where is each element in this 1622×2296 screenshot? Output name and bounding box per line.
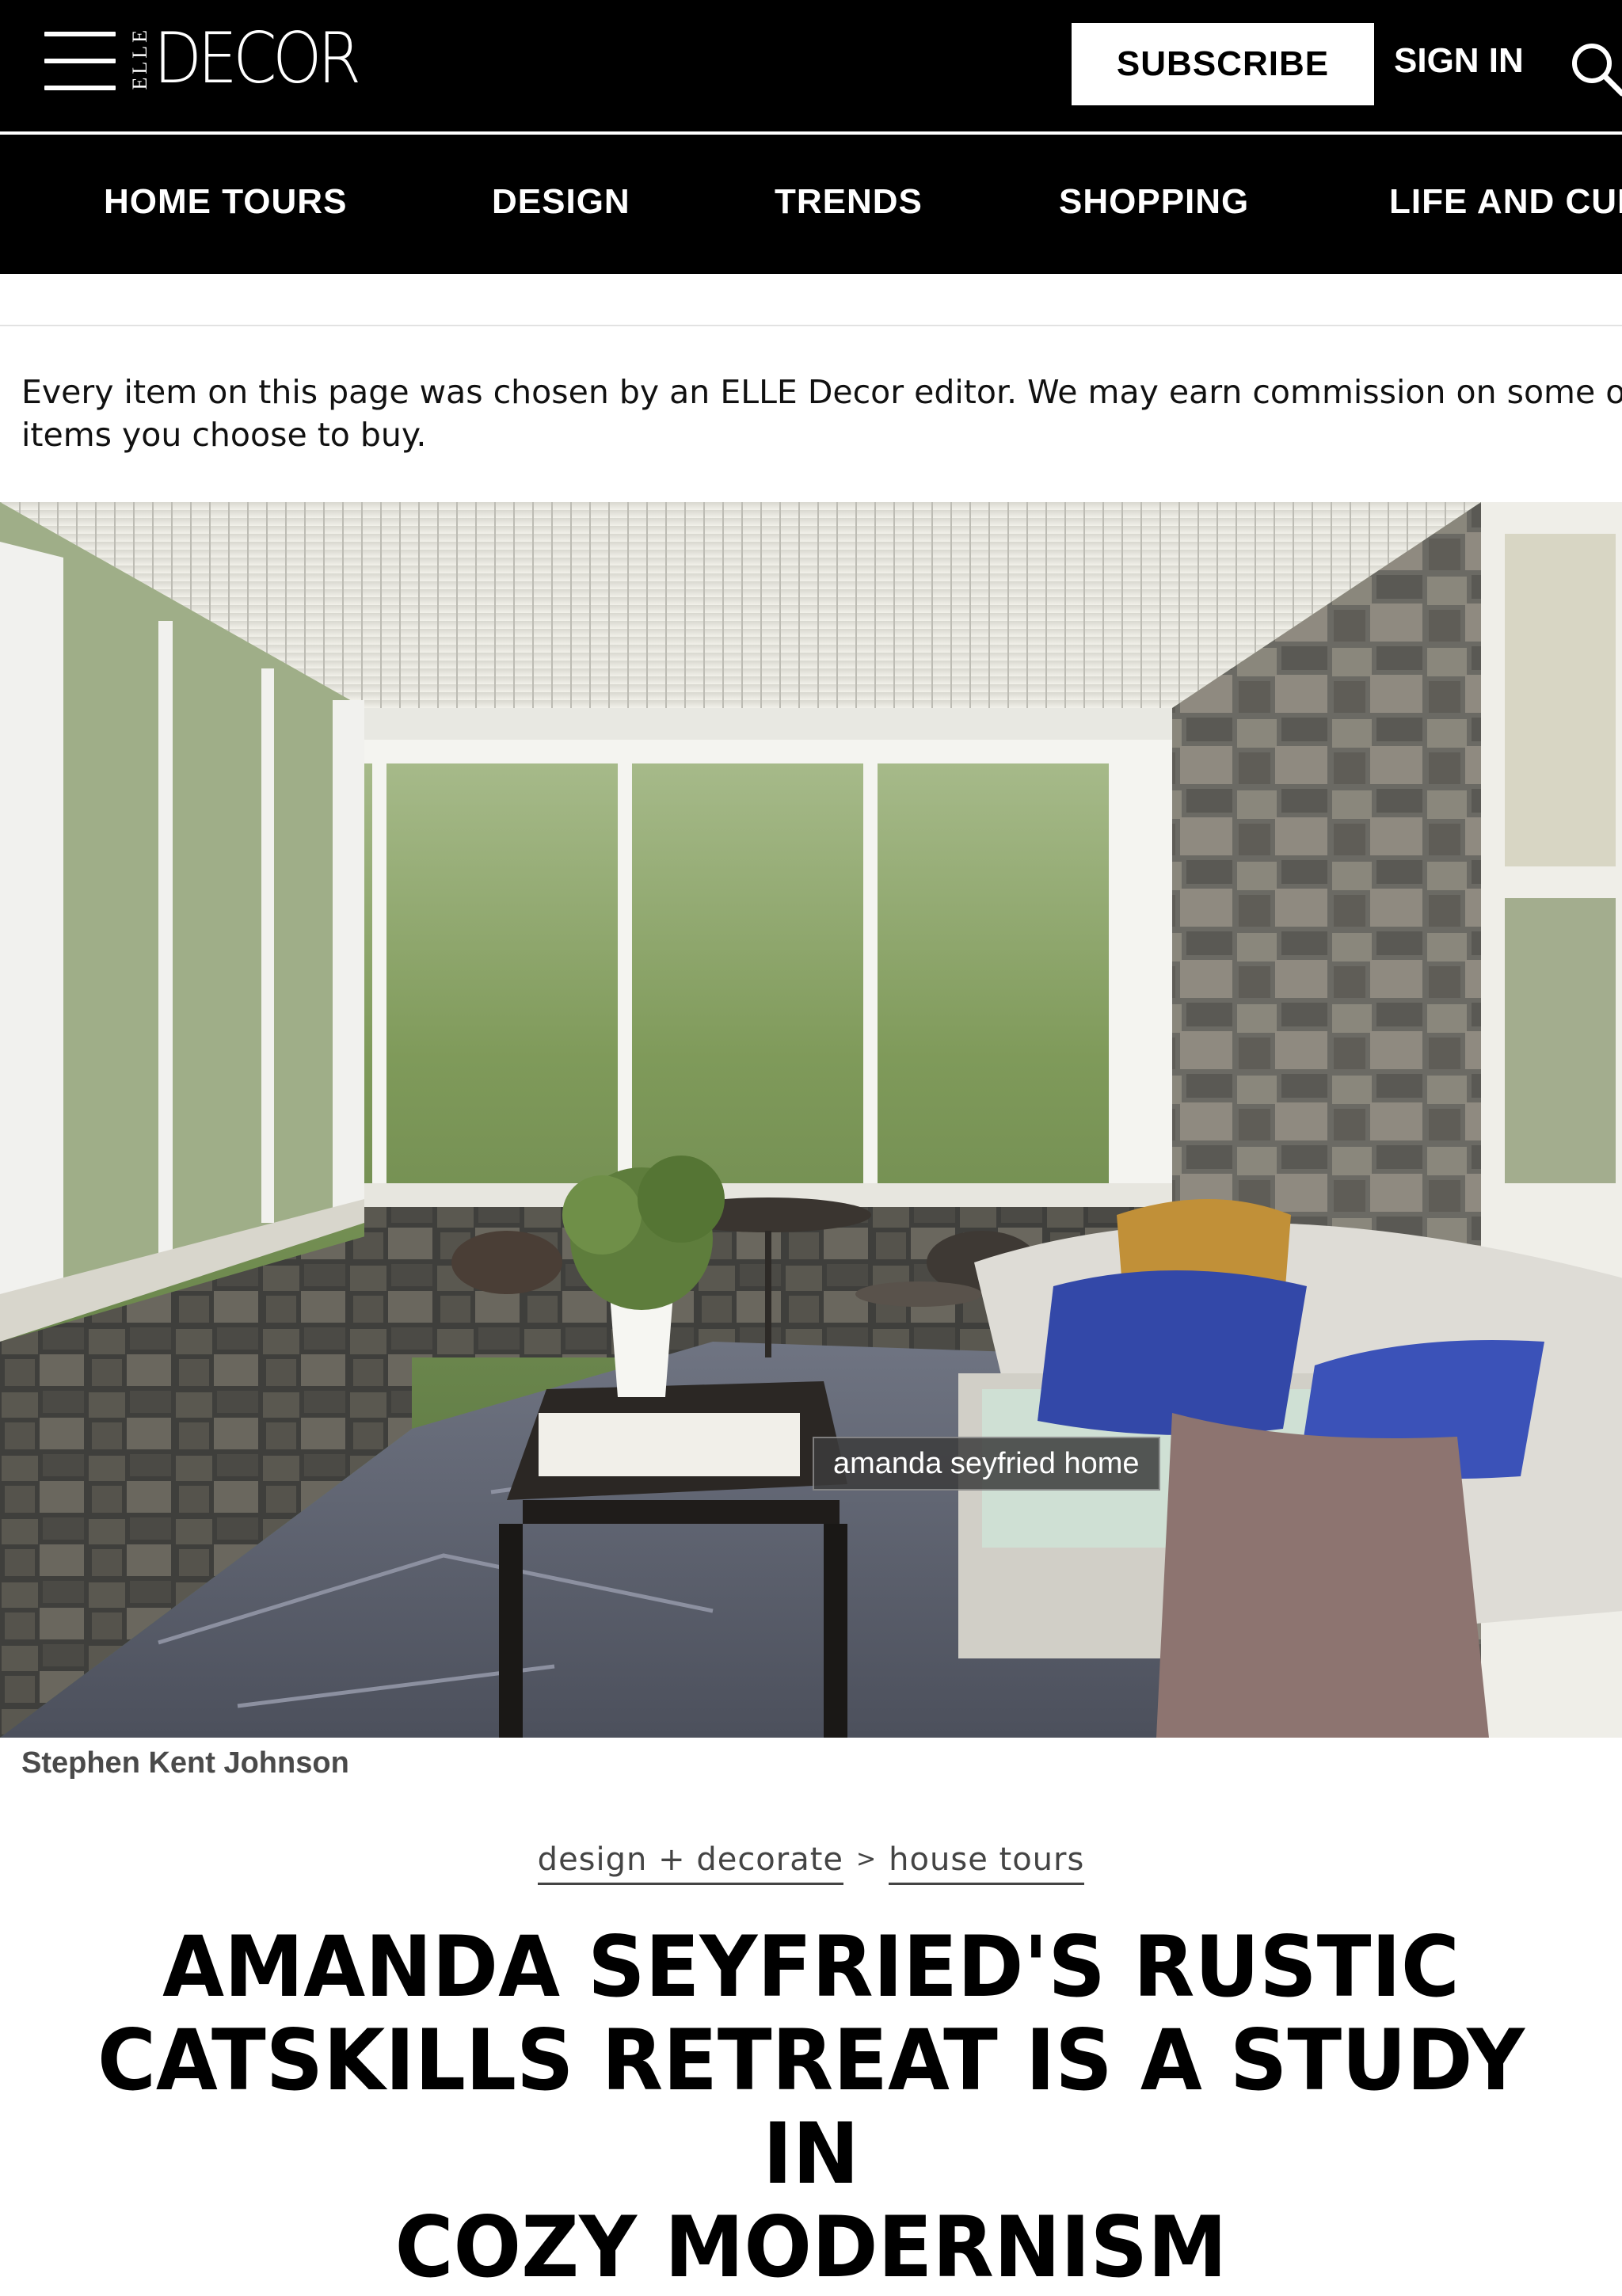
subscribe-button[interactable]: SUBSCRIBE bbox=[1072, 23, 1374, 105]
nav-item-design[interactable]: DESIGN bbox=[492, 182, 630, 222]
sign-in-link[interactable]: SIGN IN bbox=[1394, 41, 1524, 81]
breadcrumb-design-decorate[interactable]: design + decorate bbox=[537, 1841, 844, 1885]
nav-item-trends[interactable]: TRENDS bbox=[775, 182, 923, 222]
top-header: ELLE DECOR SUBSCRIBE SIGN IN bbox=[0, 0, 1622, 131]
headline-line-1: AMANDA SEYFRIED'S RUSTIC bbox=[162, 1918, 1460, 2016]
main-nav: HOME TOURS DESIGN TRENDS SHOPPING LIFE A… bbox=[0, 135, 1622, 274]
affiliate-disclaimer: Every item on this page was chosen by an… bbox=[21, 371, 1622, 456]
hero-image[interactable] bbox=[0, 502, 1622, 1738]
article-headline: AMANDA SEYFRIED'S RUSTIC CATSKILLS RETRE… bbox=[86, 1921, 1536, 2294]
image-tag-label[interactable]: amanda seyfried home bbox=[813, 1437, 1160, 1491]
disclaimer-line-2: items you choose to buy. bbox=[21, 416, 427, 454]
breadcrumb-separator: > bbox=[856, 1845, 877, 1873]
search-icon[interactable] bbox=[1570, 41, 1622, 97]
site-logo[interactable]: ELLE DECOR bbox=[128, 17, 379, 99]
logo-elle-text: ELLE bbox=[128, 27, 151, 90]
breadcrumb-house-tours[interactable]: house tours bbox=[889, 1841, 1085, 1885]
disclaimer-line-1: Every item on this page was chosen by an… bbox=[21, 373, 1622, 411]
photo-credit: Stephen Kent Johnson bbox=[21, 1746, 349, 1780]
nav-item-home-tours[interactable]: HOME TOURS bbox=[104, 182, 347, 222]
divider bbox=[0, 325, 1622, 326]
breadcrumb: design + decorate > house tours bbox=[0, 1841, 1622, 1885]
porch-photo bbox=[0, 502, 1622, 1738]
nav-item-life-and-culture[interactable]: LIFE AND CUL bbox=[1389, 182, 1622, 222]
logo-decor-text: DECOR bbox=[154, 17, 361, 99]
headline-line-2: CATSKILLS RETREAT IS A STUDY IN bbox=[97, 2012, 1525, 2203]
menu-icon[interactable] bbox=[44, 29, 116, 92]
headline-line-3: COZY MODERNISM bbox=[394, 2199, 1228, 2296]
nav-item-shopping[interactable]: SHOPPING bbox=[1059, 182, 1249, 222]
